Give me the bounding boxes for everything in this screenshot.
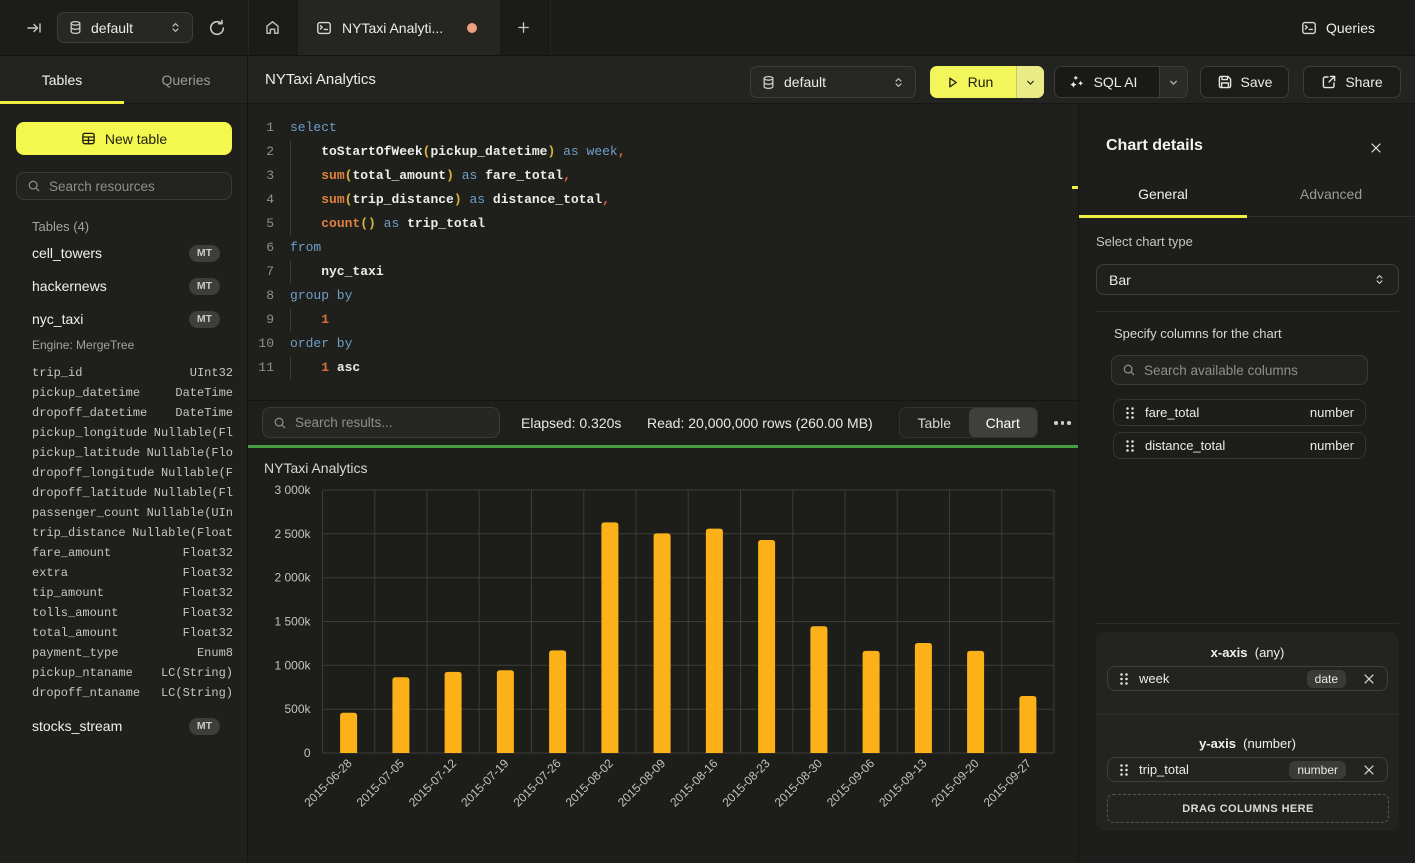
svg-text:2015-08-02: 2015-08-02	[563, 756, 617, 810]
svg-text:2015-09-20: 2015-09-20	[928, 756, 982, 810]
svg-text:2015-09-27: 2015-09-27	[981, 756, 1035, 810]
svg-text:3 000k: 3 000k	[274, 483, 311, 497]
svg-text:2 500k: 2 500k	[274, 527, 311, 541]
svg-text:2015-08-30: 2015-08-30	[772, 756, 826, 810]
svg-text:0: 0	[304, 746, 311, 760]
svg-text:2015-07-19: 2015-07-19	[458, 756, 512, 810]
svg-text:2015-08-09: 2015-08-09	[615, 756, 669, 810]
svg-text:2015-07-12: 2015-07-12	[406, 756, 460, 810]
svg-text:2015-09-06: 2015-09-06	[824, 756, 878, 810]
svg-text:500k: 500k	[284, 702, 311, 716]
svg-text:2015-06-28: 2015-06-28	[301, 756, 355, 810]
svg-text:NYTaxi Analytics: NYTaxi Analytics	[264, 460, 367, 476]
svg-text:2 000k: 2 000k	[274, 571, 311, 585]
svg-text:1 500k: 1 500k	[274, 615, 311, 629]
svg-text:2015-07-26: 2015-07-26	[510, 756, 564, 810]
svg-text:2015-08-23: 2015-08-23	[719, 756, 773, 810]
svg-text:2015-07-05: 2015-07-05	[354, 756, 408, 810]
svg-text:2015-08-16: 2015-08-16	[667, 756, 721, 810]
svg-text:2015-09-13: 2015-09-13	[876, 756, 930, 810]
svg-text:1 000k: 1 000k	[274, 658, 311, 672]
